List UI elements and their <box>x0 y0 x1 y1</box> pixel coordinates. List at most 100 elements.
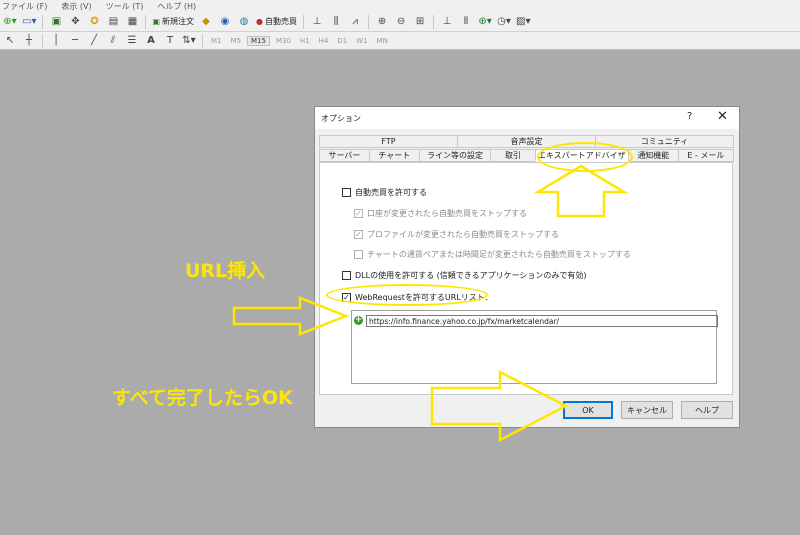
timeframe-mn[interactable]: MN <box>374 37 391 45</box>
tab-objects[interactable]: ライン等の設定 <box>418 149 492 162</box>
menu-view[interactable]: 表示 (V) <box>61 1 91 12</box>
tab-chart[interactable]: チャート <box>368 149 420 162</box>
up-arrow-annotation <box>533 164 629 218</box>
cursor-icon[interactable]: ↖ <box>2 33 18 49</box>
check-icon: ✓ <box>354 208 363 218</box>
templates-icon[interactable]: ▨▾ <box>515 14 531 30</box>
url-insert-annotation: URL挿入 <box>185 260 266 282</box>
timeframe-d1[interactable]: D1 <box>334 37 350 45</box>
help-icon[interactable]: ? <box>687 111 692 122</box>
crosshair-icon[interactable]: ┼ <box>21 33 37 49</box>
auto-trade-label: 自動売買 <box>265 17 298 26</box>
toolbar-separator <box>433 14 435 29</box>
checkbox-label: 口座が変更されたら自動売買をストップする <box>367 209 527 218</box>
fibonacci-icon[interactable]: ☰ <box>124 33 140 49</box>
horizontal-line-icon[interactable]: ─ <box>67 33 83 49</box>
vertical-line-icon[interactable]: │ <box>48 33 64 49</box>
stop-on-symbol-change-checkbox[interactable]: チャートの通貨ペアまたは時間足が変更されたら自動売買をストップする <box>354 249 631 260</box>
tab-trade[interactable]: 取引 <box>490 149 536 162</box>
check-icon: ✓ <box>354 229 363 239</box>
periods-icon[interactable]: ◷▾ <box>496 14 512 30</box>
close-icon[interactable]: ✕ <box>717 109 728 124</box>
auto-trade-button[interactable]: ● 自動売買 <box>255 14 298 30</box>
new-order-button[interactable]: ▣ 新規注文 <box>151 14 195 30</box>
allow-auto-trading-checkbox[interactable]: 自動売買を許可する <box>342 187 427 198</box>
tile-windows-icon[interactable]: ⊞ <box>412 14 428 30</box>
webrequest-highlight <box>326 284 488 306</box>
menu-bar: ファイル (F) 表示 (V) ツール (T) ヘルプ (H) <box>0 0 800 12</box>
globe-icon[interactable]: ◍ <box>236 14 252 30</box>
timeframe-m5[interactable]: M5 <box>228 37 245 45</box>
tab-notifications[interactable]: 通知機能 <box>627 149 679 162</box>
checkbox-label: 自動売買を許可する <box>355 188 427 197</box>
arrows-icon[interactable]: ⇅▾ <box>181 33 197 49</box>
timeframe-h4[interactable]: H4 <box>316 37 332 45</box>
done-ok-annotation: すべて完了したらOK <box>112 387 293 409</box>
url-value: https://info.finance.yahoo.co.jp/fx/mark… <box>369 316 560 326</box>
right-arrow-ok-annotation <box>430 369 569 443</box>
timeframe-h1[interactable]: H1 <box>297 37 313 45</box>
url-input[interactable]: https://info.finance.yahoo.co.jp/fx/mark… <box>366 315 718 327</box>
line-chart-icon[interactable]: ⩘ <box>347 14 363 30</box>
zoom-in-icon[interactable]: ⊕ <box>374 14 390 30</box>
profiles-icon[interactable]: ▭▾ <box>21 14 37 30</box>
checkbox-label: プロファイルが変更されたら自動売買をストップする <box>367 230 559 239</box>
menu-file[interactable]: ファイル (F) <box>2 1 47 12</box>
timeframe-m30[interactable]: M30 <box>273 37 294 45</box>
metaeditor-icon[interactable]: ◆ <box>198 14 214 30</box>
tab-server[interactable]: サーバー <box>319 149 370 162</box>
label-icon[interactable]: T <box>162 33 178 49</box>
data-window-icon[interactable]: ✥ <box>67 14 83 30</box>
toolbar-separator <box>368 14 370 29</box>
menu-help[interactable]: ヘルプ (H) <box>157 1 196 12</box>
toolbar-separator <box>303 14 305 29</box>
add-url-icon[interactable]: + <box>354 316 363 325</box>
new-order-label: 新規注文 <box>162 17 195 26</box>
tab-email[interactable]: E - メール <box>677 149 734 162</box>
trendline-icon[interactable]: ╱ <box>86 33 102 49</box>
checkbox-label: DLLの使用を許可する (信頼できるアプリケーションのみで有効) <box>355 271 587 280</box>
signals-icon[interactable]: ◉ <box>217 14 233 30</box>
checkbox-box <box>342 271 351 280</box>
candle-chart-icon[interactable]: ⫼ <box>328 14 344 30</box>
new-chart-icon[interactable]: ⊕▾ <box>2 14 18 30</box>
allow-dll-checkbox[interactable]: DLLの使用を許可する (信頼できるアプリケーションのみで有効) <box>342 270 587 281</box>
checkbox-box <box>354 250 363 259</box>
toolbar-separator <box>42 14 44 29</box>
stop-on-account-change-checkbox[interactable]: ✓ 口座が変更されたら自動売買をストップする <box>354 208 527 219</box>
timeframe-w1[interactable]: W1 <box>353 37 370 45</box>
tester-icon[interactable]: ▦ <box>124 14 140 30</box>
line-studies-toolbar: ↖ ┼ │ ─ ╱ ⫽ ☰ A T ⇅▾ M1 M5 M15 M30 H1 H4… <box>0 32 800 50</box>
dialog-title: オプション <box>321 113 361 123</box>
toolbar-separator <box>145 14 147 29</box>
main-toolbar: ⊕▾ ▭▾ ▣ ✥ ✪ ▤ ▦ ▣ 新規注文 ◆ ◉ ◍ ● 自動売買 ⊥ ⫼ ⩘ … <box>0 12 800 32</box>
toolbar-separator <box>42 33 43 48</box>
auto-scroll-icon[interactable]: ⊥ <box>439 14 455 30</box>
text-icon[interactable]: A <box>143 33 159 49</box>
tab-row-top: FTP 音声設定 コミュニティ <box>319 135 734 148</box>
cancel-button[interactable]: キャンセル <box>621 401 673 419</box>
new-order-icon: ▣ <box>152 17 161 26</box>
tab-ftp[interactable]: FTP <box>319 135 458 148</box>
tab-row-bottom: サーバー チャート ライン等の設定 取引 エキスパートアドバイザ 通知機能 E … <box>319 149 734 162</box>
timeframe-m15[interactable]: M15 <box>247 35 270 46</box>
toolbar-separator <box>202 33 203 48</box>
chart-shift-icon[interactable]: ⫴ <box>458 14 474 30</box>
right-arrow-url-annotation <box>232 296 350 336</box>
timeframe-m1[interactable]: M1 <box>208 37 225 45</box>
indicators-icon[interactable]: ⊕▾ <box>477 14 493 30</box>
bar-chart-icon[interactable]: ⊥ <box>309 14 325 30</box>
help-button[interactable]: ヘルプ <box>681 401 733 419</box>
auto-trade-icon: ● <box>256 17 264 26</box>
checkbox-label: チャートの通貨ペアまたは時間足が変更されたら自動売買をストップする <box>367 250 631 259</box>
zoom-out-icon[interactable]: ⊖ <box>393 14 409 30</box>
menu-tools[interactable]: ツール (T) <box>106 1 144 12</box>
market-watch-icon[interactable]: ▣ <box>48 14 64 30</box>
navigator-icon[interactable]: ✪ <box>86 14 102 30</box>
terminal-icon[interactable]: ▤ <box>105 14 121 30</box>
channel-icon[interactable]: ⫽ <box>105 33 121 49</box>
checkbox-box <box>342 188 351 197</box>
stop-on-profile-change-checkbox[interactable]: ✓ プロファイルが変更されたら自動売買をストップする <box>354 229 559 240</box>
ok-button[interactable]: OK <box>563 401 613 419</box>
dialog-titlebar: オプション ? ✕ <box>315 107 739 129</box>
